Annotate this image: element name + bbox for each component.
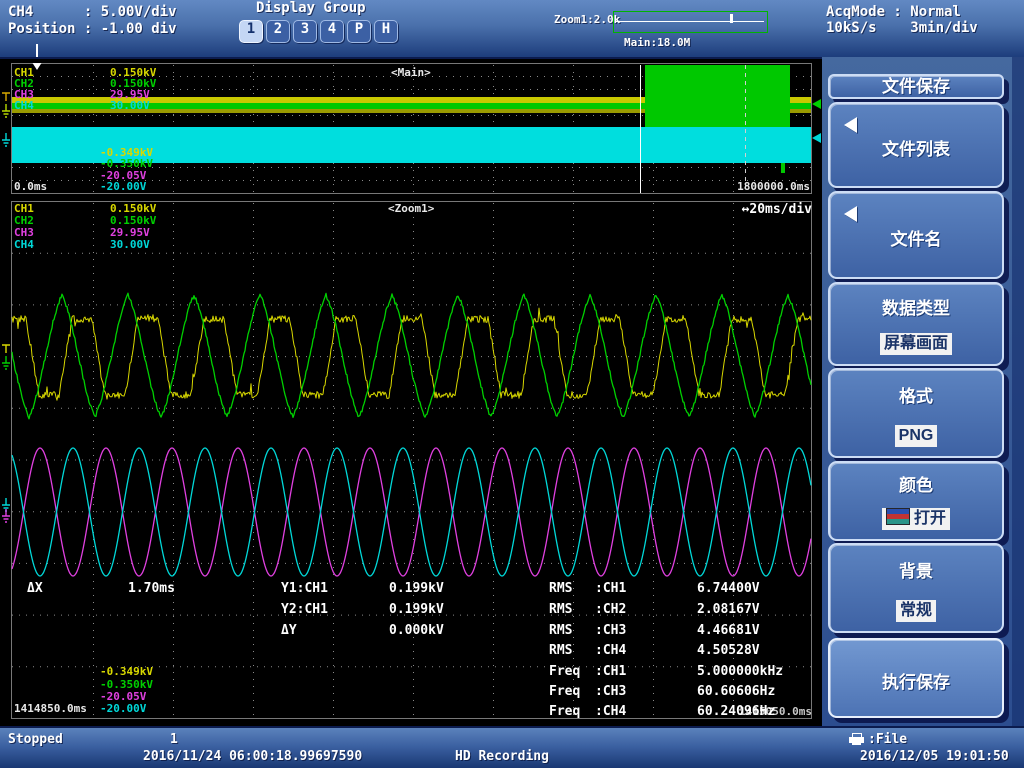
color-value: 打开 bbox=[882, 508, 950, 530]
stat-func: Freq bbox=[549, 664, 580, 679]
display-group-button-1[interactable]: 1 bbox=[239, 20, 263, 43]
channel-setting-line2: Position : -1.00 div bbox=[8, 21, 177, 37]
cursor-y2-label: Y2:CH1 bbox=[281, 602, 328, 617]
stat-func: RMS bbox=[549, 581, 572, 596]
menu-item-file-name[interactable]: 文件名 bbox=[828, 191, 1004, 279]
menu-item-color[interactable]: 颜色 打开 bbox=[828, 461, 1004, 541]
print-target-label: :File bbox=[868, 732, 907, 747]
cursor-dx-value: 1.70ms bbox=[128, 581, 175, 596]
sample-rate-line: 10kS/s 3min/div bbox=[826, 20, 978, 36]
stat-ch: :CH3 bbox=[595, 684, 626, 699]
display-group-button-4[interactable]: 4 bbox=[320, 20, 344, 43]
cursor-y1-label: Y1:CH1 bbox=[281, 581, 328, 596]
soft-key-menu: 文件保存 文件列表 文件名 数据类型 屏幕画面 格式 PNG 颜色 打开 背景 … bbox=[822, 57, 1024, 726]
display-group-button-3[interactable]: 3 bbox=[293, 20, 317, 43]
stat-value: 2.08167V bbox=[697, 602, 760, 617]
main-ch4-name: CH4 bbox=[14, 100, 34, 112]
left-arrow-icon bbox=[844, 206, 857, 222]
display-group-button-p[interactable]: P bbox=[347, 20, 371, 43]
menu-item-background[interactable]: 背景 常规 bbox=[828, 543, 1004, 633]
data-type-value: 屏幕画面 bbox=[880, 333, 952, 355]
stat-ch: :CH3 bbox=[595, 623, 626, 638]
status-bar: Stopped 1 2016/11/24 06:00:18.99697590 H… bbox=[0, 726, 1024, 768]
menu-title-file-save: 文件保存 bbox=[828, 74, 1004, 99]
color-display-icon bbox=[886, 508, 910, 525]
zoom-ch4-low: -20.00V bbox=[100, 703, 146, 715]
cursor-dy-label: ΔY bbox=[281, 623, 297, 638]
menu-item-file-list[interactable]: 文件列表 bbox=[828, 102, 1004, 188]
zoom-ch4-scale: 30.00V bbox=[110, 239, 150, 251]
main-window-title: <Main> bbox=[391, 67, 431, 79]
stat-ch: :CH4 bbox=[595, 643, 626, 658]
display-group-buttons: 1 2 3 4 P H bbox=[239, 20, 401, 43]
display-group-label: Display Group bbox=[256, 0, 366, 16]
menu-item-execute-save[interactable]: 执行保存 bbox=[828, 638, 1004, 718]
zoom-time-start: 1414850.0ms bbox=[14, 703, 87, 715]
stat-value: 60.24096Hz bbox=[697, 704, 775, 719]
stat-ch: :CH1 bbox=[595, 664, 626, 679]
stat-value: 4.46681V bbox=[697, 623, 760, 638]
zoom-ratio-label: Zoom1:2.0k bbox=[554, 13, 620, 26]
stat-ch: :CH2 bbox=[595, 602, 626, 617]
zoom-window-title: <Zoom1> bbox=[388, 203, 434, 215]
cursor-dx-label: ΔX bbox=[27, 581, 43, 596]
main-ch4-low: -20.00V bbox=[100, 181, 146, 193]
current-datetime: 2016/12/05 19:01:50 bbox=[860, 749, 1009, 764]
cursor-y1-value: 0.199kV bbox=[389, 581, 444, 596]
top-bar: CH4 : 5.00V/div Position : -1.00 div Dis… bbox=[0, 0, 1024, 59]
cursor-y2-value: 0.199kV bbox=[389, 602, 444, 617]
channel-setting-line1: CH4 : 5.00V/div bbox=[8, 4, 177, 20]
main-ch4-scale: 30.00V bbox=[110, 100, 150, 112]
trigger-position-marker[interactable] bbox=[36, 44, 38, 57]
stat-func: Freq bbox=[549, 704, 580, 719]
hd-recording-status: HD Recording bbox=[455, 749, 549, 764]
background-value: 常规 bbox=[896, 600, 936, 622]
zoom-ch4-name: CH4 bbox=[14, 239, 34, 251]
format-value: PNG bbox=[895, 425, 938, 447]
menu-item-data-type[interactable]: 数据类型 屏幕画面 bbox=[828, 282, 1004, 366]
printer-icon bbox=[849, 733, 865, 746]
stat-value: 60.60606Hz bbox=[697, 684, 775, 699]
main-time-end: 1800000.0ms bbox=[698, 181, 810, 193]
stat-ch: :CH1 bbox=[595, 581, 626, 596]
stat-func: Freq bbox=[549, 684, 580, 699]
zoom-ch1-low: -0.349kV bbox=[100, 666, 153, 678]
stat-value: 4.50528V bbox=[697, 643, 760, 658]
stat-value: 5.000000kHz bbox=[697, 664, 783, 679]
stat-ch: :CH4 bbox=[595, 704, 626, 719]
cursor-dy-value: 0.000kV bbox=[389, 623, 444, 638]
stat-func: RMS bbox=[549, 623, 572, 638]
left-arrow-icon bbox=[844, 117, 857, 133]
zoom-position-bar[interactable] bbox=[613, 11, 768, 33]
trigger-count: 1 bbox=[170, 732, 178, 747]
stat-func: RMS bbox=[549, 602, 572, 617]
stat-value: 6.74400V bbox=[697, 581, 760, 596]
display-group-button-h[interactable]: H bbox=[374, 20, 398, 43]
acq-mode-line: AcqMode : Normal bbox=[826, 4, 961, 20]
stat-func: RMS bbox=[549, 643, 572, 658]
zoom-position-track bbox=[615, 21, 764, 22]
zoom-position-marker[interactable] bbox=[730, 14, 733, 23]
menu-item-format[interactable]: 格式 PNG bbox=[828, 368, 1004, 458]
main-time-start: 0.0ms bbox=[14, 181, 47, 193]
record-start-datetime: 2016/11/24 06:00:18.99697590 bbox=[143, 749, 362, 764]
main-record-length-label: Main:18.0M bbox=[624, 36, 690, 49]
oscilloscope-screen: CH4 : 5.00V/div Position : -1.00 div Dis… bbox=[0, 0, 1024, 768]
acquisition-state: Stopped bbox=[8, 732, 63, 747]
menu-shadow-edge bbox=[1012, 57, 1024, 726]
display-group-button-2[interactable]: 2 bbox=[266, 20, 290, 43]
zoom-timebase: ↔20ms/div bbox=[700, 202, 812, 217]
